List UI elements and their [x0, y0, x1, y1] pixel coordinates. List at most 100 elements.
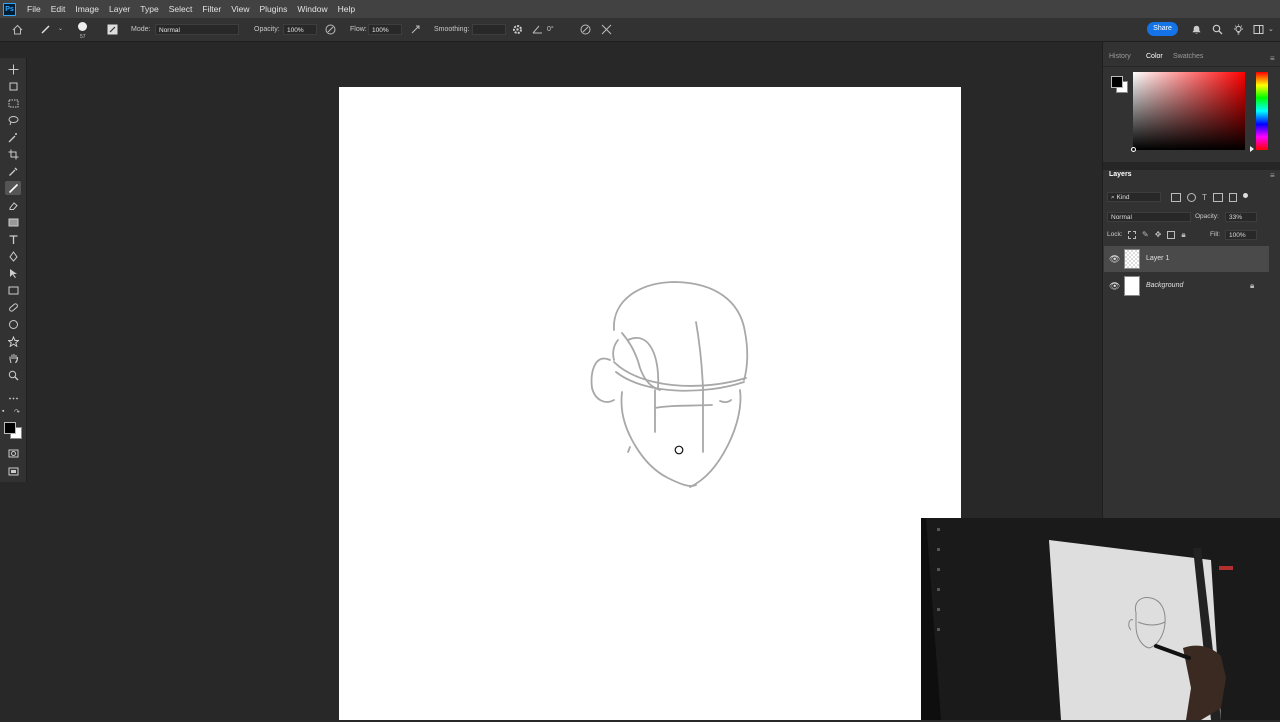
angle-value[interactable]: 0°	[547, 18, 554, 41]
pressure-opacity-icon[interactable]	[325, 24, 336, 35]
marquee-tool-icon[interactable]	[5, 96, 21, 110]
layer-opacity-label: Opacity:	[1195, 213, 1219, 220]
filter-toggle-icon[interactable]	[1242, 193, 1248, 198]
type-tool-icon[interactable]	[5, 232, 21, 246]
mode-label: Mode:	[131, 26, 151, 33]
color-picker-handle[interactable]	[1131, 147, 1136, 152]
screen-mode-icon[interactable]	[5, 464, 21, 478]
tab-color[interactable]: Color	[1146, 49, 1163, 65]
zoom-tool-icon[interactable]	[5, 368, 21, 382]
shape-filter-icon[interactable]	[1212, 193, 1223, 202]
menu-select[interactable]: Select	[164, 0, 198, 18]
hand-tool-icon[interactable]	[5, 351, 21, 365]
smart-object-filter-icon[interactable]	[1228, 193, 1237, 202]
menu-type[interactable]: Type	[135, 0, 163, 18]
color-panel-foreground-swatch[interactable]	[1111, 76, 1123, 88]
quick-mask-icon[interactable]	[5, 446, 21, 460]
menu-layer[interactable]: Layer	[104, 0, 135, 18]
shape-tool-icon[interactable]	[5, 334, 21, 348]
brush-settings-icon[interactable]	[107, 24, 118, 35]
menu-filter[interactable]: Filter	[197, 0, 226, 18]
hue-slider[interactable]	[1256, 72, 1268, 150]
move-tool-icon[interactable]	[5, 62, 21, 76]
color-picker-field[interactable]	[1133, 72, 1245, 150]
layer-name[interactable]: Layer 1	[1146, 246, 1169, 272]
ellipse-tool-icon[interactable]	[5, 317, 21, 331]
hue-slider-handle[interactable]	[1250, 146, 1254, 152]
tools-panel: ▪ ↷	[0, 58, 27, 482]
fill-field[interactable]: 100%	[1225, 230, 1257, 240]
flow-field[interactable]: 100%	[368, 24, 402, 35]
layer-row-background[interactable]: 👁︎ Background 🔒︎	[1104, 273, 1269, 299]
adjustment-filter-icon[interactable]	[1187, 193, 1196, 202]
discover-lightbulb-icon[interactable]	[1233, 24, 1244, 35]
airbrush-icon[interactable]	[410, 24, 421, 35]
chevron-down-icon[interactable]: ⌄	[1268, 18, 1274, 41]
crop-tool-icon[interactable]	[5, 147, 21, 161]
eye-visibility-icon[interactable]: 👁︎	[1109, 281, 1120, 292]
more-tools-icon[interactable]	[5, 391, 21, 405]
layers-panel-menu-icon[interactable]: ≡	[1270, 171, 1275, 180]
eye-visibility-icon[interactable]: 👁︎	[1109, 254, 1120, 265]
opacity-field[interactable]: 100%	[283, 24, 317, 35]
lock-position-icon[interactable]: ✥	[1155, 231, 1162, 239]
eyedropper-icon[interactable]	[5, 164, 21, 178]
options-bar: ⌄ 57 Mode: Normal Opacity: 100% Flow: 10…	[0, 18, 1280, 42]
smoothing-field[interactable]	[472, 24, 506, 35]
pen-tool-icon[interactable]	[5, 249, 21, 263]
menu-file[interactable]: File	[22, 0, 46, 18]
layers-panel-title[interactable]: Layers	[1109, 167, 1132, 183]
foreground-color-swatch[interactable]	[4, 422, 16, 434]
layer-filter-icons: T	[1171, 193, 1248, 202]
layer-opacity-field[interactable]: 33%	[1225, 212, 1257, 222]
rectangle-tool-icon[interactable]	[5, 283, 21, 297]
gradient-tool-icon[interactable]	[5, 215, 21, 229]
magic-wand-icon[interactable]	[5, 130, 21, 144]
layer-row-layer-1[interactable]: 👁︎ Layer 1	[1104, 246, 1269, 272]
artboard-tool-icon[interactable]	[5, 79, 21, 93]
smoothing-settings-gear-icon[interactable]	[512, 24, 523, 35]
menu-edit[interactable]: Edit	[46, 0, 71, 18]
bell-icon[interactable]	[1191, 24, 1202, 35]
healing-brush-icon[interactable]	[5, 300, 21, 314]
document-canvas[interactable]	[339, 87, 961, 720]
menu-image[interactable]: Image	[70, 0, 104, 18]
image-filter-icon[interactable]	[1171, 193, 1181, 202]
layer-name[interactable]: Background	[1146, 273, 1183, 299]
lock-all-icon[interactable]: 🔒︎	[1181, 231, 1185, 239]
home-icon[interactable]	[12, 24, 23, 35]
filter-kind-label: Kind	[1116, 194, 1130, 201]
layer-thumbnail	[1124, 276, 1140, 296]
layer-blend-mode-select[interactable]: Normal	[1107, 212, 1191, 222]
eraser-icon[interactable]	[5, 198, 21, 212]
menu-plugins[interactable]: Plugins	[254, 0, 292, 18]
brush-tool-icon[interactable]	[5, 181, 21, 195]
opacity-label: Opacity:	[254, 26, 280, 33]
layer-filter-kind[interactable]: ⌕ Kind	[1107, 192, 1161, 202]
swap-colors-icon[interactable]: ↷	[14, 408, 20, 416]
lock-icon[interactable]: 🔒︎	[1250, 281, 1254, 291]
brush-angle-icon[interactable]	[532, 24, 543, 35]
tab-swatches[interactable]: Swatches	[1173, 49, 1203, 65]
default-colors-icon[interactable]: ▪	[2, 408, 4, 415]
panel-menu-icon[interactable]: ≡	[1270, 54, 1275, 63]
tab-history[interactable]: History	[1109, 49, 1131, 65]
share-button[interactable]: Share	[1147, 22, 1178, 36]
menu-bar: Ps File Edit Image Layer Type Select Fil…	[0, 0, 1280, 18]
mode-select[interactable]: Normal	[155, 24, 239, 35]
pressure-size-icon[interactable]	[580, 24, 591, 35]
lock-artboard-icon[interactable]	[1167, 231, 1176, 239]
lock-transparent-icon[interactable]	[1128, 231, 1136, 239]
path-selection-icon[interactable]	[5, 266, 21, 280]
search-icon[interactable]	[1212, 24, 1223, 35]
menu-window[interactable]: Window	[292, 0, 332, 18]
symmetry-icon[interactable]	[601, 24, 612, 35]
menu-help[interactable]: Help	[333, 0, 360, 18]
menu-view[interactable]: View	[226, 0, 254, 18]
type-filter-icon[interactable]: T	[1202, 193, 1207, 202]
workspace-icon[interactable]	[1253, 24, 1264, 35]
brush-tool-preset-icon[interactable]	[40, 24, 51, 35]
lock-image-brush-icon[interactable]: ✎	[1142, 231, 1149, 239]
lasso-tool-icon[interactable]	[5, 113, 21, 127]
chevron-down-icon[interactable]: ⌄	[58, 18, 63, 41]
